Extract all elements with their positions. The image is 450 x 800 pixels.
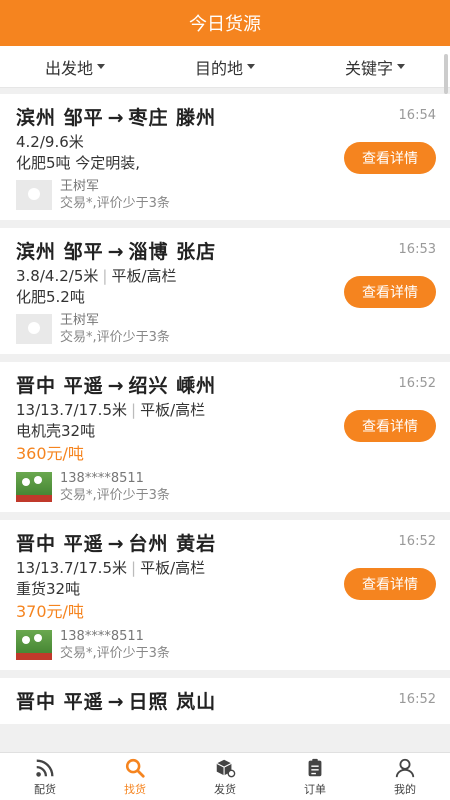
shipper-name: 王树军 bbox=[60, 313, 100, 328]
filter-origin[interactable]: 出发地 bbox=[0, 55, 150, 79]
view-detail-button[interactable]: 查看详情 bbox=[344, 410, 436, 442]
filter-bar: 出发地 目的地 关键字 bbox=[0, 46, 450, 88]
separator: | bbox=[102, 267, 108, 285]
vehicle-length: 4.2/9.6米 bbox=[16, 133, 84, 151]
tab-label: 我的 bbox=[394, 782, 416, 796]
vehicle-type: 平板/高栏 bbox=[140, 401, 206, 419]
shipper-phone: 138****8511 bbox=[60, 629, 144, 644]
avatar bbox=[16, 630, 52, 660]
tab-orders[interactable]: 订单 bbox=[270, 753, 360, 800]
route-destination: 绍兴 嵊州 bbox=[128, 375, 217, 397]
user-icon bbox=[395, 758, 415, 777]
filter-destination-label: 目的地 bbox=[194, 58, 243, 78]
tab-match-cargo[interactable]: 配货 bbox=[0, 753, 90, 800]
bottom-tab-bar: 配货 找货 发货 订单 我的 bbox=[0, 752, 450, 800]
post-time: 16:54 bbox=[398, 108, 436, 123]
view-detail-button[interactable]: 查看详情 bbox=[344, 142, 436, 174]
tab-ship-cargo[interactable]: 发货 bbox=[180, 753, 270, 800]
avatar bbox=[16, 180, 52, 210]
filter-origin-label: 出发地 bbox=[44, 58, 93, 78]
shipper-phone: 138****8511 bbox=[60, 471, 144, 486]
arrow-right-icon: → bbox=[107, 533, 125, 555]
clipboard-icon bbox=[308, 758, 322, 776]
avatar bbox=[16, 472, 52, 502]
filter-destination[interactable]: 目的地 bbox=[150, 55, 300, 79]
route: 滨州 邹平 → 枣庄 滕州 bbox=[16, 104, 436, 132]
tab-find-cargo[interactable]: 找货 bbox=[90, 753, 180, 800]
arrow-right-icon: → bbox=[107, 375, 125, 397]
arrow-right-icon: → bbox=[107, 241, 125, 263]
route: 晋中 平遥 → 绍兴 嵊州 bbox=[16, 372, 436, 400]
shipper-rating: 交易*,评价少于3条 bbox=[60, 488, 170, 503]
route: 晋中 平遥 → 台州 黄岩 bbox=[16, 530, 436, 558]
cargo-card[interactable]: 晋中 平遥 → 日照 岚山 16:52 bbox=[0, 678, 450, 724]
route: 晋中 平遥 → 日照 岚山 bbox=[16, 688, 436, 716]
post-time: 16:52 bbox=[398, 376, 436, 391]
route-origin: 滨州 邹平 bbox=[16, 241, 104, 263]
caret-down-icon bbox=[247, 64, 255, 69]
scrollbar[interactable] bbox=[444, 54, 448, 94]
page-title: 今日货源 bbox=[189, 14, 261, 35]
shipper-rating: 交易*,评价少于3条 bbox=[60, 646, 170, 661]
tab-label: 配货 bbox=[34, 782, 56, 796]
search-icon bbox=[125, 758, 145, 778]
vehicle-length: 13/13.7/17.5米 bbox=[16, 559, 127, 577]
post-time: 16:52 bbox=[398, 534, 436, 549]
shipper-info: 138****8511 交易*,评价少于3条 bbox=[16, 470, 436, 504]
tab-profile[interactable]: 我的 bbox=[360, 753, 450, 800]
route-origin: 晋中 平遥 bbox=[16, 691, 104, 713]
filter-keyword-label: 关键字 bbox=[344, 58, 393, 78]
top-bar: 今日货源 bbox=[0, 0, 450, 46]
caret-down-icon bbox=[397, 64, 405, 69]
shipper-rating: 交易*,评价少于3条 bbox=[60, 196, 170, 211]
freight-price: 370元/吨 bbox=[16, 602, 84, 621]
view-detail-button[interactable]: 查看详情 bbox=[344, 276, 436, 308]
separator: | bbox=[131, 559, 137, 577]
route-origin: 滨州 邹平 bbox=[16, 107, 104, 129]
route: 滨州 邹平 → 淄博 张店 bbox=[16, 238, 436, 266]
cargo-card[interactable]: 滨州 邹平 → 淄博 张店 16:53 3.8/4.2/5米 | 平板/高栏 化肥5.2… bbox=[0, 228, 450, 354]
tab-label: 找货 bbox=[124, 782, 146, 796]
post-time: 16:53 bbox=[398, 242, 436, 257]
separator: | bbox=[131, 401, 137, 419]
avatar bbox=[16, 314, 52, 344]
filter-keyword[interactable]: 关键字 bbox=[300, 55, 450, 79]
cargo-card[interactable]: 滨州 邹平 → 枣庄 滕州 16:54 4.2/9.6米 化肥5吨 今定明装, 查看… bbox=[0, 94, 450, 220]
view-detail-button[interactable]: 查看详情 bbox=[344, 568, 436, 600]
vehicle-type: 平板/高栏 bbox=[111, 267, 177, 285]
arrow-right-icon: → bbox=[107, 107, 125, 129]
route-origin: 晋中 平遥 bbox=[16, 533, 104, 555]
route-origin: 晋中 平遥 bbox=[16, 375, 104, 397]
route-destination: 淄博 张店 bbox=[128, 241, 217, 263]
arrow-right-icon: → bbox=[107, 691, 125, 713]
rss-icon bbox=[36, 759, 54, 777]
vehicle-length: 13/13.7/17.5米 bbox=[16, 401, 127, 419]
vehicle-length: 3.8/4.2/5米 bbox=[16, 267, 99, 285]
caret-down-icon bbox=[97, 64, 105, 69]
route-destination: 枣庄 滕州 bbox=[128, 107, 217, 129]
freight-price: 360元/吨 bbox=[16, 444, 84, 463]
shipper-info: 王树军 交易*,评价少于3条 bbox=[16, 312, 436, 346]
cargo-card[interactable]: 晋中 平遥 → 台州 黄岩 16:52 13/13.7/17.5米 | 平板/高栏 重货… bbox=[0, 520, 450, 670]
cargo-list[interactable]: 滨州 邹平 → 枣庄 滕州 16:54 4.2/9.6米 化肥5吨 今定明装, 查看… bbox=[0, 94, 450, 752]
vehicle-type: 平板/高栏 bbox=[140, 559, 206, 577]
shipper-name: 王树军 bbox=[60, 179, 100, 194]
shipper-info: 王树军 交易*,评价少于3条 bbox=[16, 178, 436, 212]
box-icon bbox=[216, 759, 236, 777]
tab-label: 发货 bbox=[214, 782, 236, 796]
tab-label: 订单 bbox=[304, 782, 326, 796]
post-time: 16:52 bbox=[398, 692, 436, 707]
route-destination: 日照 岚山 bbox=[128, 691, 217, 713]
cargo-card[interactable]: 晋中 平遥 → 绍兴 嵊州 16:52 13/13.7/17.5米 | 平板/高栏 电机… bbox=[0, 362, 450, 512]
shipper-info: 138****8511 交易*,评价少于3条 bbox=[16, 628, 436, 662]
shipper-rating: 交易*,评价少于3条 bbox=[60, 330, 170, 345]
route-destination: 台州 黄岩 bbox=[128, 533, 217, 555]
